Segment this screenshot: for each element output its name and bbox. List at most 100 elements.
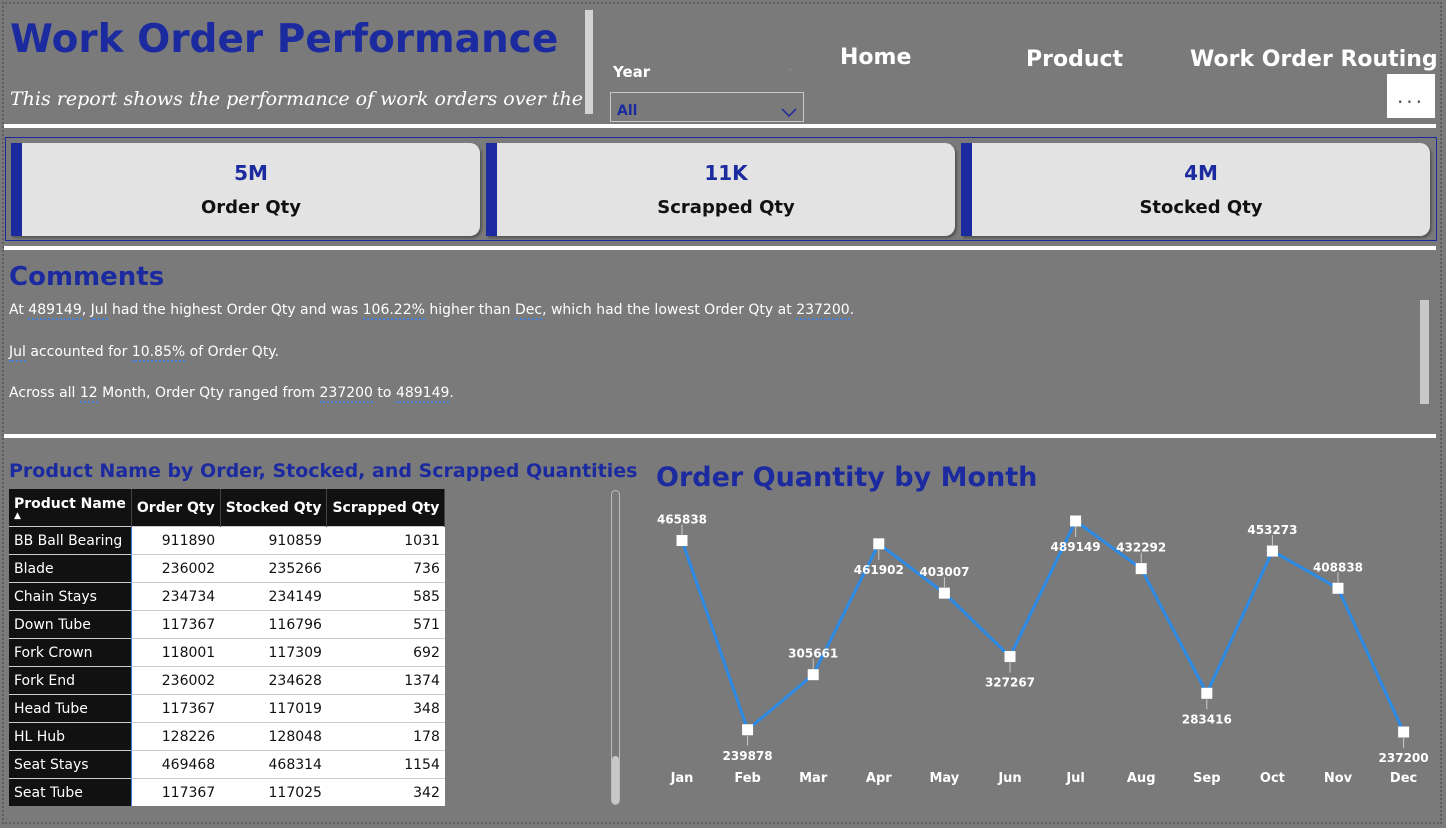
data-point[interactable] — [1266, 545, 1278, 557]
kpi-card-stocked-qty: 4M Stocked Qty — [961, 143, 1430, 236]
data-point[interactable] — [1135, 563, 1147, 575]
kpi-label: Scrapped Qty — [657, 197, 795, 218]
value-cell: 117019 — [220, 694, 327, 723]
year-slicer-dropdown[interactable]: All — [610, 92, 804, 122]
chart-title: Order Quantity by Month — [656, 462, 1038, 493]
table-row[interactable]: Fork Crown 118001 117309 692 — [9, 638, 445, 667]
data-point[interactable] — [1070, 515, 1082, 527]
x-tick-label: Oct — [1260, 771, 1285, 786]
comment-line-2: Jul accounted for 10.85% of Order Qty. — [9, 344, 280, 362]
table-row[interactable]: HL Hub 128226 128048 178 — [9, 722, 445, 751]
nav-home-button[interactable]: Home — [840, 45, 911, 70]
table-scrollbar-thumb[interactable] — [612, 756, 619, 804]
table-row[interactable]: Seat Tube 117367 117025 342 — [9, 778, 445, 806]
data-point[interactable] — [1201, 687, 1213, 699]
comment-line-1: At 489149, Jul had the highest Order Qty… — [9, 302, 855, 320]
value-cell: 117367 — [131, 694, 221, 723]
product-name-cell: HL Hub — [9, 722, 132, 751]
kpi-label: Order Qty — [200, 197, 302, 218]
kpi-value: 11K — [704, 161, 748, 185]
product-name-cell: Down Tube — [9, 610, 132, 639]
product-name-cell: Head Tube — [9, 694, 132, 723]
value-cell: 234734 — [131, 582, 221, 611]
comments-scrollbar[interactable] — [1420, 300, 1429, 404]
header-divider — [585, 10, 593, 114]
data-point[interactable] — [676, 535, 688, 547]
x-tick-label: Dec — [1390, 771, 1417, 786]
value-cell: 736 — [326, 554, 445, 583]
table-row[interactable]: Down Tube 117367 116796 571 — [9, 610, 445, 639]
data-label: 327267 — [985, 676, 1035, 690]
value-cell: 1374 — [326, 666, 445, 695]
value-cell: 692 — [326, 638, 445, 667]
table-header-row: Product Name ▲ Order Qty Stocked Qty Scra… — [9, 489, 446, 527]
product-name-cell: BB Ball Bearing — [9, 526, 132, 555]
value-cell: 234149 — [220, 582, 327, 611]
kpi-card-order-qty: 5M Order Qty — [11, 143, 480, 236]
product-name-cell: Blade — [9, 554, 132, 583]
value-cell: 1031 — [326, 526, 445, 555]
value-cell: 128048 — [220, 722, 327, 751]
report-title: Work Order Performance — [10, 17, 559, 62]
product-name-cell: Fork End — [9, 666, 132, 695]
x-tick-label: Mar — [799, 771, 828, 786]
year-slicer-label: Year — [613, 63, 651, 81]
data-point[interactable] — [1332, 582, 1344, 594]
data-label: 305661 — [788, 647, 838, 661]
product-table: Product Name ▲ Order Qty Stocked Qty Scra… — [9, 489, 446, 806]
series-line — [680, 518, 1405, 733]
more-options-icon[interactable]: ... — [1387, 74, 1435, 118]
data-point[interactable] — [873, 538, 885, 550]
column-header-stocked-qty[interactable]: Stocked Qty — [220, 489, 328, 527]
table-row[interactable]: Head Tube 117367 117019 348 — [9, 694, 445, 723]
value-cell: 342 — [326, 778, 445, 806]
value-cell: 911890 — [131, 526, 221, 555]
x-tick-label: Aug — [1127, 771, 1156, 786]
value-cell: 117025 — [220, 778, 327, 806]
value-cell: 468314 — [220, 750, 327, 779]
table-row[interactable]: Chain Stays 234734 234149 585 — [9, 582, 445, 611]
kpi-label: Stocked Qty — [1139, 197, 1263, 218]
order-qty-line-chart: 465838 Jan 239878 Feb 305661 Mar 461902 Apr 4030… — [657, 513, 1429, 786]
divider-kpi — [4, 246, 1436, 250]
value-cell: 116796 — [220, 610, 327, 639]
data-point[interactable] — [807, 669, 819, 681]
kpi-value: 5M — [234, 161, 268, 185]
report-subtitle: This report shows the performance of wor… — [10, 88, 583, 110]
sort-ascending-icon: ▲ — [14, 510, 21, 521]
value-cell: 236002 — [131, 666, 221, 695]
column-header-product-name[interactable]: Product Name ▲ — [9, 489, 132, 527]
data-point[interactable] — [1004, 651, 1016, 663]
divider-top — [4, 124, 1436, 128]
nav-product-button[interactable]: Product — [1026, 47, 1123, 72]
x-tick-label: Nov — [1324, 771, 1353, 786]
column-header-order-qty[interactable]: Order Qty — [131, 489, 221, 527]
value-cell: 348 — [326, 694, 445, 723]
value-cell: 469468 — [131, 750, 221, 779]
table-row[interactable]: BB Ball Bearing 911890 910859 1031 — [9, 526, 445, 555]
data-point[interactable] — [938, 587, 950, 599]
column-header-scrapped-qty[interactable]: Scrapped Qty — [326, 489, 446, 527]
x-tick-label: Feb — [734, 771, 760, 786]
value-cell: 117309 — [220, 638, 327, 667]
value-cell: 117367 — [131, 778, 221, 806]
x-tick-label: Jan — [670, 771, 694, 786]
product-name-cell: Chain Stays — [9, 582, 132, 611]
kpi-card-scrapped-qty: 11K Scrapped Qty — [486, 143, 955, 236]
nav-work-order-routing-button[interactable]: Work Order Routing — [1190, 47, 1438, 72]
data-label: 465838 — [657, 513, 707, 527]
table-row[interactable]: Blade 236002 235266 736 — [9, 554, 445, 583]
data-point[interactable] — [742, 724, 754, 736]
value-cell: 1154 — [326, 750, 445, 779]
table-row[interactable]: Seat Stays 469468 468314 1154 — [9, 750, 445, 779]
table-row[interactable]: Fork End 236002 234628 1374 — [9, 666, 445, 695]
comment-line-3: Across all 12 Month, Order Qty ranged fr… — [9, 385, 454, 403]
x-tick-label: May — [930, 771, 960, 786]
value-cell: 178 — [326, 722, 445, 751]
slicer-header-chevron-icon: ⌄ — [786, 60, 797, 74]
x-tick-label: Apr — [866, 771, 892, 786]
data-point[interactable] — [1398, 726, 1410, 738]
chevron-down-icon — [781, 108, 797, 118]
data-label: 408838 — [1313, 560, 1363, 574]
value-cell: 235266 — [220, 554, 327, 583]
